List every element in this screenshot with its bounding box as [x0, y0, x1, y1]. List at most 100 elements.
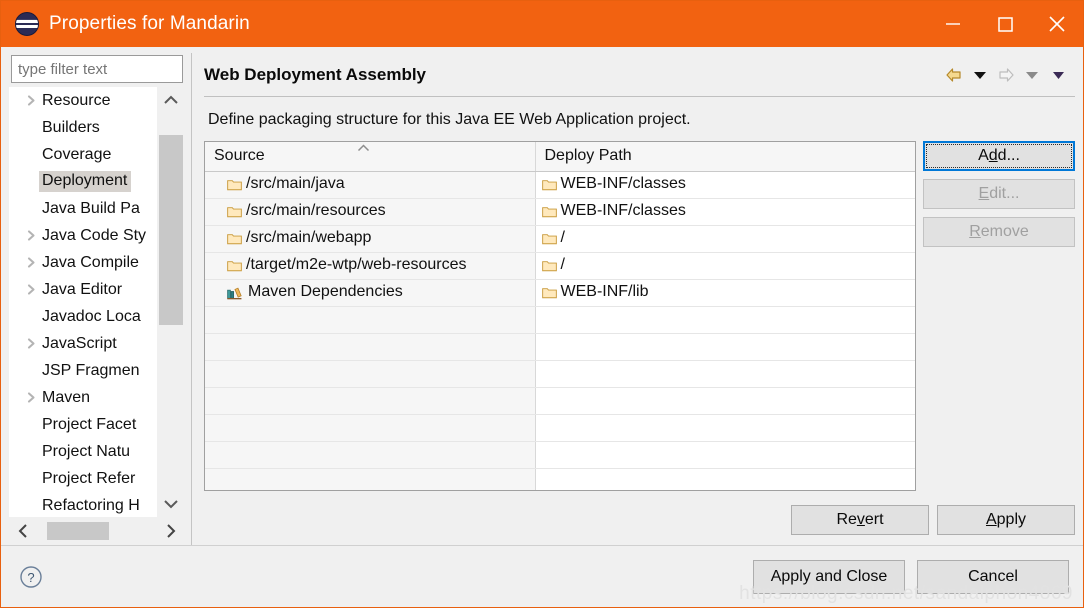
sidebar-item-javascript[interactable]: JavaScript [9, 330, 157, 357]
cell-deploy-path[interactable]: WEB-INF/classes [535, 198, 915, 226]
sidebar-item-label: JSP Fragmen [42, 361, 140, 379]
sidebar-item-project-facet[interactable]: Project Facet [9, 411, 157, 438]
cell-source[interactable]: /src/main/webapp [205, 225, 536, 253]
edit-button[interactable]: Edit... [923, 179, 1075, 209]
cancel-button[interactable]: Cancel [917, 559, 1069, 594]
back-arrow-icon[interactable] [941, 62, 967, 88]
sidebar-item-java-compile[interactable]: Java Compile [9, 249, 157, 276]
cell-deploy-path[interactable]: WEB-INF/classes [535, 171, 915, 199]
scroll-thumb-horizontal[interactable] [47, 522, 109, 540]
sidebar-item-label: Project Natu [42, 442, 131, 460]
sidebar-item-java-code-sty[interactable]: Java Code Sty [9, 222, 157, 249]
table-header-row: Source Deploy Path [205, 142, 915, 172]
chevron-right-icon[interactable] [23, 391, 39, 404]
cell-source[interactable]: /target/m2e-wtp/web-resources [205, 252, 536, 280]
chevron-right-icon[interactable] [23, 283, 39, 296]
table-row-empty[interactable] [205, 414, 915, 442]
sidebar-item-project-natu[interactable]: Project Natu [9, 438, 157, 465]
forward-menu-caret-down-icon[interactable] [1019, 62, 1045, 88]
scroll-track[interactable] [157, 113, 185, 491]
chevron-right-icon[interactable] [23, 94, 39, 107]
scroll-thumb[interactable] [159, 135, 183, 325]
cell-source[interactable]: /src/main/resources [205, 198, 536, 226]
sidebar-item-label: Java Build Pa [42, 199, 140, 217]
title-bar: Properties for Mandarin [1, 1, 1083, 47]
add-button[interactable]: Add... [923, 141, 1075, 171]
sidebar-item-label: Refactoring H [42, 496, 140, 514]
cell-deploy-path-label: WEB-INF/classes [560, 202, 686, 219]
table-row[interactable]: /target/m2e-wtp/web-resources / [205, 252, 915, 280]
chevron-right-icon[interactable] [23, 337, 39, 350]
sidebar-item-java-build-pa[interactable]: Java Build Pa [9, 195, 157, 222]
table-row-empty[interactable] [205, 360, 915, 388]
edit-button-label: Edit... [978, 185, 1020, 202]
cell-source-empty [205, 387, 536, 415]
chevron-down-icon[interactable] [157, 491, 185, 517]
chevron-right-icon[interactable] [23, 256, 39, 269]
cell-source-empty [205, 414, 536, 442]
cell-deploy-path-label: WEB-INF/lib [560, 283, 649, 300]
filter-input[interactable] [11, 55, 183, 83]
sidebar-item-javadoc-loca[interactable]: Javadoc Loca [9, 303, 157, 330]
table-row-empty[interactable] [205, 333, 915, 361]
remove-button[interactable]: Remove [923, 217, 1075, 247]
sidebar-item-java-editor[interactable]: Java Editor [9, 276, 157, 303]
sidebar-item-label: Deployment [39, 171, 132, 192]
revert-button[interactable]: Revert [791, 505, 929, 535]
table-row[interactable]: Maven Dependencies WEB-INF/lib [205, 279, 915, 307]
eclipse-logo-icon [15, 12, 39, 36]
chevron-right-icon[interactable] [157, 522, 185, 540]
chevron-up-icon[interactable] [157, 87, 185, 113]
sidebar-item-maven[interactable]: Maven [9, 384, 157, 411]
table-row-empty[interactable] [205, 441, 915, 469]
sidebar-item-coverage[interactable]: Coverage [9, 141, 157, 168]
settings-tree-pane: Resource Builders Coverage Deployment Java B… [9, 53, 185, 545]
help-circle-icon[interactable]: ? [19, 565, 43, 589]
minimize-button[interactable] [927, 1, 979, 47]
dialog-footer: ? Apply and Close Cancel https://blog.cs… [1, 545, 1083, 607]
maximize-button[interactable] [979, 1, 1031, 47]
chevron-left-icon[interactable] [9, 522, 37, 540]
tree-scroll-area[interactable]: Resource Builders Coverage Deployment Java B… [9, 87, 157, 517]
apply-button[interactable]: Apply [937, 505, 1075, 535]
sidebar-item-label: Java Editor [42, 280, 123, 298]
close-button[interactable] [1031, 1, 1083, 47]
apply-and-close-button[interactable]: Apply and Close [753, 559, 905, 594]
cell-deploy-path[interactable]: / [535, 225, 915, 253]
cancel-button-label: Cancel [968, 567, 1018, 585]
folder-icon [227, 205, 242, 218]
sidebar-item-label: JavaScript [42, 334, 117, 352]
column-header-source[interactable]: Source [205, 142, 536, 172]
cell-deploy-path[interactable]: WEB-INF/lib [535, 279, 915, 307]
chevron-right-icon[interactable] [23, 229, 39, 242]
table-row-empty[interactable] [205, 468, 915, 490]
sidebar-item-resource[interactable]: Resource [9, 87, 157, 114]
table-row[interactable]: /src/main/webapp / [205, 225, 915, 253]
page-title: Web Deployment Assembly [204, 64, 427, 84]
filter-container [9, 53, 185, 87]
sidebar-item-jsp-fragmen[interactable]: JSP Fragmen [9, 357, 157, 384]
window-title: Properties for Mandarin [49, 13, 250, 34]
view-menu-caret-down-icon[interactable] [1045, 62, 1071, 88]
sidebar-item-refactoring-h[interactable]: Refactoring H [9, 492, 157, 517]
column-header-deploy-path[interactable]: Deploy Path [535, 142, 915, 172]
cell-source-label: /target/m2e-wtp/web-resources [246, 256, 467, 273]
table-row[interactable]: /src/main/java WEB-INF/classes [205, 171, 915, 199]
cell-source-empty [205, 441, 536, 469]
table-row-empty[interactable] [205, 387, 915, 415]
cell-source-label: /src/main/webapp [246, 229, 372, 246]
cell-source[interactable]: Maven Dependencies [205, 279, 536, 307]
cell-deploy-path[interactable]: / [535, 252, 915, 280]
tree-horizontal-scrollbar[interactable] [9, 517, 185, 545]
table-row[interactable]: /src/main/resources WEB-INF/classes [205, 198, 915, 226]
window-controls [927, 1, 1083, 47]
sidebar-item-builders[interactable]: Builders [9, 114, 157, 141]
sidebar-item-project-refer[interactable]: Project Refer [9, 465, 157, 492]
scroll-track-horizontal[interactable] [37, 520, 157, 542]
back-menu-caret-down-icon[interactable] [967, 62, 993, 88]
cell-source[interactable]: /src/main/java [205, 171, 536, 199]
tree-vertical-scrollbar[interactable] [157, 87, 185, 517]
sidebar-item-deployment[interactable]: Deployment [9, 168, 157, 195]
table-row-empty[interactable] [205, 306, 915, 334]
sort-ascending-icon [357, 144, 370, 155]
